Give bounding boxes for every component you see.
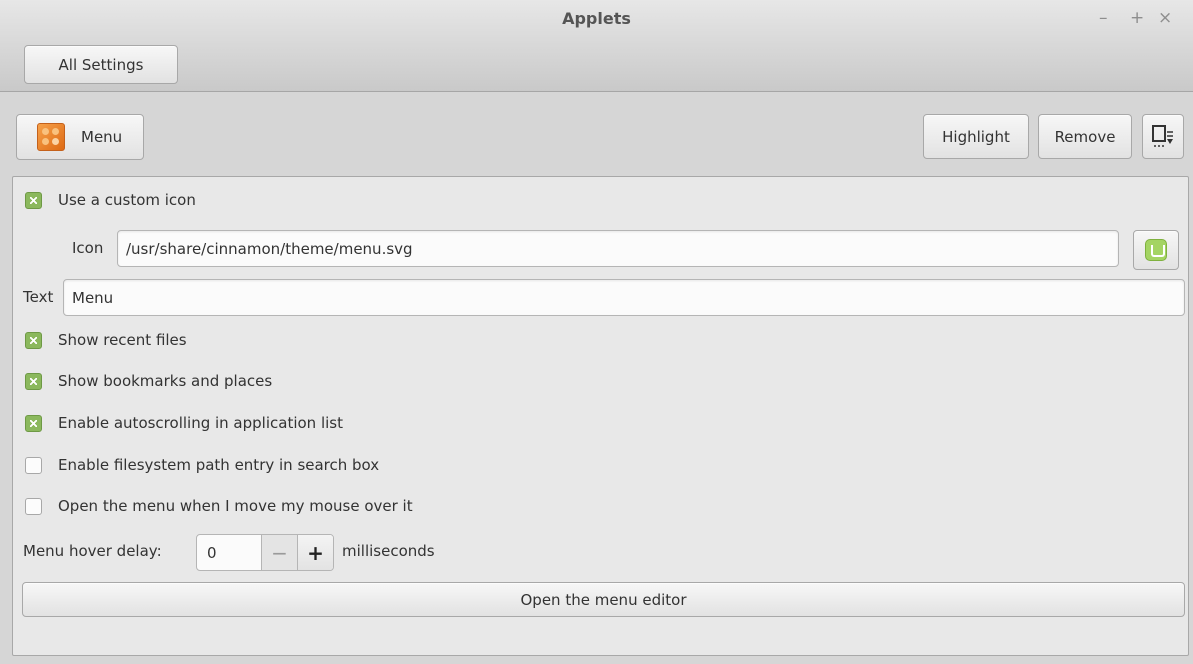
autoscroll-label: Enable autoscrolling in application list xyxy=(58,414,343,432)
icon-field-label: Icon xyxy=(72,239,104,257)
hover-delay-unit: milliseconds xyxy=(342,542,435,560)
bookmarks-row: Show bookmarks and places xyxy=(25,372,272,390)
window-title: Applets xyxy=(562,9,631,28)
icon-chooser-button[interactable] xyxy=(1133,230,1179,270)
icon-path-input[interactable]: /usr/share/cinnamon/theme/menu.svg xyxy=(117,230,1119,267)
applets-window: Applets – + × All Settings Menu Highligh… xyxy=(0,0,1193,664)
icon-path-value: /usr/share/cinnamon/theme/menu.svg xyxy=(126,239,413,258)
custom-icon-row: Use a custom icon xyxy=(25,191,196,209)
bookmarks-checkbox[interactable] xyxy=(25,372,42,390)
hover-delay-label: Menu hover delay: xyxy=(23,542,162,560)
hover-open-row: Open the menu when I move my mouse over … xyxy=(25,497,413,515)
hover-delay-increment-button[interactable]: + xyxy=(297,535,333,570)
open-menu-editor-button[interactable]: Open the menu editor xyxy=(22,582,1185,617)
maximize-button[interactable]: + xyxy=(1130,8,1144,28)
recent-files-checkbox[interactable] xyxy=(25,331,42,349)
all-settings-button[interactable]: All Settings xyxy=(24,45,178,84)
open-menu-editor-label: Open the menu editor xyxy=(520,590,687,609)
fs-path-checkbox[interactable] xyxy=(25,456,42,474)
close-button[interactable]: × xyxy=(1158,8,1172,28)
highlight-button[interactable]: Highlight xyxy=(923,114,1029,159)
custom-icon-label: Use a custom icon xyxy=(58,191,196,209)
export-button[interactable] xyxy=(1142,114,1184,159)
text-field-row: Text xyxy=(23,288,53,306)
hover-delay-spinner: 0 − + xyxy=(196,534,334,571)
recent-files-row: Show recent files xyxy=(25,331,187,349)
hover-delay-unit-row: milliseconds xyxy=(342,542,435,560)
hover-open-label: Open the menu when I move my mouse over … xyxy=(58,497,413,515)
applet-selector-button[interactable]: Menu xyxy=(16,114,144,160)
autoscroll-checkbox[interactable] xyxy=(25,414,42,432)
custom-icon-checkbox[interactable] xyxy=(25,191,42,209)
remove-button[interactable]: Remove xyxy=(1038,114,1132,159)
autoscroll-row: Enable autoscrolling in application list xyxy=(25,414,343,432)
recent-files-label: Show recent files xyxy=(58,331,187,349)
hover-delay-decrement-button[interactable]: − xyxy=(261,535,297,570)
text-input[interactable]: Menu xyxy=(63,279,1185,316)
text-field-label: Text xyxy=(23,288,54,306)
menu-applet-icon xyxy=(37,123,65,151)
fs-path-row: Enable filesystem path entry in search b… xyxy=(25,456,379,474)
remove-label: Remove xyxy=(1054,127,1116,146)
hover-delay-value: 0 xyxy=(207,543,217,562)
header-bar: Applets – + × All Settings xyxy=(0,0,1193,92)
applet-selector-label: Menu xyxy=(81,128,123,146)
hover-delay-input[interactable]: 0 xyxy=(197,535,261,570)
text-input-value: Menu xyxy=(72,288,114,307)
linux-mint-icon xyxy=(1145,239,1167,261)
icon-field-row: Icon xyxy=(72,239,103,257)
fs-path-label: Enable filesystem path entry in search b… xyxy=(58,456,380,474)
minimize-button[interactable]: – xyxy=(1099,8,1108,28)
highlight-label: Highlight xyxy=(942,127,1010,146)
hover-open-checkbox[interactable] xyxy=(25,497,42,515)
export-icon xyxy=(1152,124,1173,147)
hover-delay-row: Menu hover delay: xyxy=(23,542,162,560)
bookmarks-label: Show bookmarks and places xyxy=(58,372,273,390)
all-settings-label: All Settings xyxy=(58,55,144,74)
